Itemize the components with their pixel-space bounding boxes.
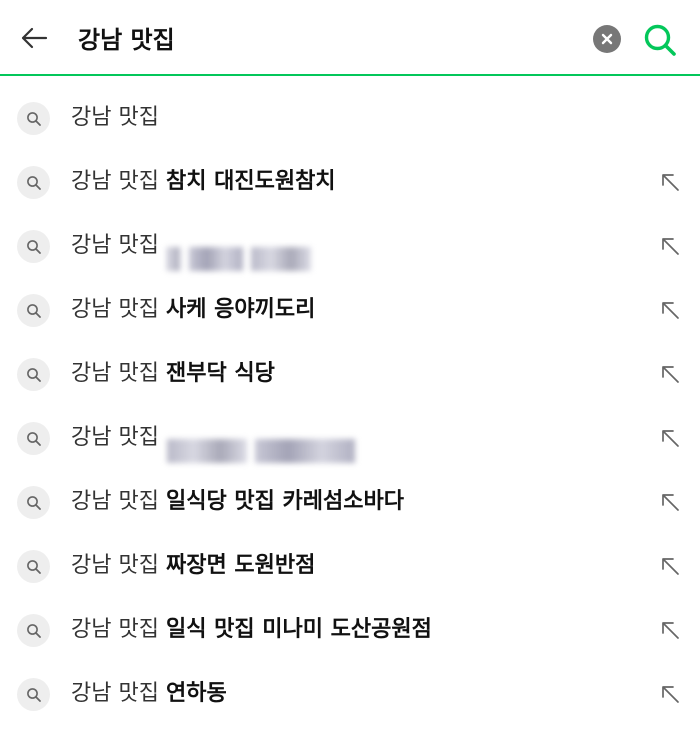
arrow-left-icon: [21, 27, 48, 49]
suggestion-highlight: 잰부닥 식당: [165, 361, 275, 386]
suggestion-highlight: 일식당 맛집 카레섬소바다: [165, 489, 404, 514]
suggestion-text: 강남 맛집 사케 응야끼도리: [71, 278, 315, 342]
suggestion-item[interactable]: 강남 맛집 참치 대진도원참치: [0, 150, 700, 214]
arrow-up-left-icon[interactable]: [656, 296, 684, 324]
arrow-up-left-icon[interactable]: [656, 680, 684, 708]
suggestion-highlight: 사케 응야끼도리: [165, 297, 316, 322]
suggestion-item[interactable]: 강남 맛집 사케 응야끼도리: [0, 278, 700, 342]
magnifier-icon: [17, 166, 50, 199]
suggestion-text: 강남 맛집: [71, 86, 159, 150]
suggestion-item[interactable]: 강남 맛집: [0, 86, 700, 150]
suggestion-query-prefix: 강남 맛집: [71, 617, 159, 642]
suggestion-query-prefix: 강남 맛집: [71, 233, 159, 258]
suggestion-item[interactable]: 강남 맛집 일식당 맛집 카레섬소바다: [0, 470, 700, 534]
suggestion-item[interactable]: 강남 맛집 짜장면 도원반점: [0, 534, 700, 598]
suggestion-query-prefix: 강남 맛집: [71, 681, 159, 706]
suggestion-item[interactable]: 강남 맛집 잰부닥 식당: [0, 342, 700, 406]
suggestion-text: 강남 맛집 참치 대진도원참치: [71, 150, 336, 214]
suggestion-item[interactable]: 강남 맛집 연하동: [0, 662, 700, 726]
search-button[interactable]: [640, 20, 680, 60]
arrow-up-left-icon[interactable]: [656, 552, 684, 580]
suggestion-highlight: 연하동: [165, 681, 227, 706]
search-input[interactable]: [78, 17, 578, 57]
suggestion-text: 강남 맛집: [71, 406, 357, 470]
arrow-up-left-icon[interactable]: [656, 488, 684, 516]
suggestion-text: 강남 맛집 연하동: [71, 662, 227, 726]
suggestion-text: 강남 맛집: [71, 214, 313, 278]
blurred-suggestion: [161, 233, 313, 271]
magnifier-icon: [17, 230, 50, 263]
magnifier-icon: [17, 102, 50, 135]
suggestion-item[interactable]: 강남 맛집: [0, 214, 700, 278]
suggestion-list: 강남 맛집 강남 맛집 참치 대진도원참치 강남 맛집 강남 맛집 사케 응야끼도리 강…: [0, 86, 700, 726]
arrow-up-left-icon[interactable]: [656, 360, 684, 388]
suggestion-item[interactable]: 강남 맛집 일식 맛집 미나미 도산공원점: [0, 598, 700, 662]
magnifier-icon: [17, 678, 50, 711]
search-bar: [0, 0, 700, 76]
suggestion-query-prefix: 강남 맛집: [71, 105, 159, 130]
arrow-up-left-icon[interactable]: [656, 616, 684, 644]
suggestion-query-prefix: 강남 맛집: [71, 553, 159, 578]
blurred-suggestion: [161, 425, 357, 463]
suggestion-query-prefix: 강남 맛집: [71, 361, 159, 386]
clear-button[interactable]: [593, 25, 621, 53]
suggestion-query-prefix: 강남 맛집: [71, 169, 159, 194]
suggestion-query-prefix: 강남 맛집: [71, 297, 159, 322]
magnifier-icon: [17, 614, 50, 647]
suggestion-highlight: 일식 맛집 미나미 도산공원점: [165, 617, 432, 642]
suggestion-text: 강남 맛집 일식당 맛집 카레섬소바다: [71, 470, 404, 534]
magnifier-icon: [17, 422, 50, 455]
arrow-up-left-icon[interactable]: [656, 232, 684, 260]
suggestion-highlight: 참치 대진도원참치: [165, 169, 336, 194]
suggestion-highlight: 짜장면 도원반점: [165, 553, 316, 578]
clear-x-icon: [601, 33, 613, 45]
search-icon: [644, 24, 676, 56]
arrow-up-left-icon[interactable]: [656, 424, 684, 452]
magnifier-icon: [17, 294, 50, 327]
magnifier-icon: [17, 358, 50, 391]
suggestion-query-prefix: 강남 맛집: [71, 489, 159, 514]
arrow-up-left-icon[interactable]: [656, 168, 684, 196]
suggestion-text: 강남 맛집 일식 맛집 미나미 도산공원점: [71, 598, 432, 662]
suggestion-item[interactable]: 강남 맛집: [0, 406, 700, 470]
suggestion-text: 강남 맛집 잰부닥 식당: [71, 342, 275, 406]
suggestion-text: 강남 맛집 짜장면 도원반점: [71, 534, 315, 598]
back-button[interactable]: [14, 18, 54, 58]
magnifier-icon: [17, 550, 50, 583]
magnifier-icon: [17, 486, 50, 519]
suggestion-query-prefix: 강남 맛집: [71, 425, 159, 450]
